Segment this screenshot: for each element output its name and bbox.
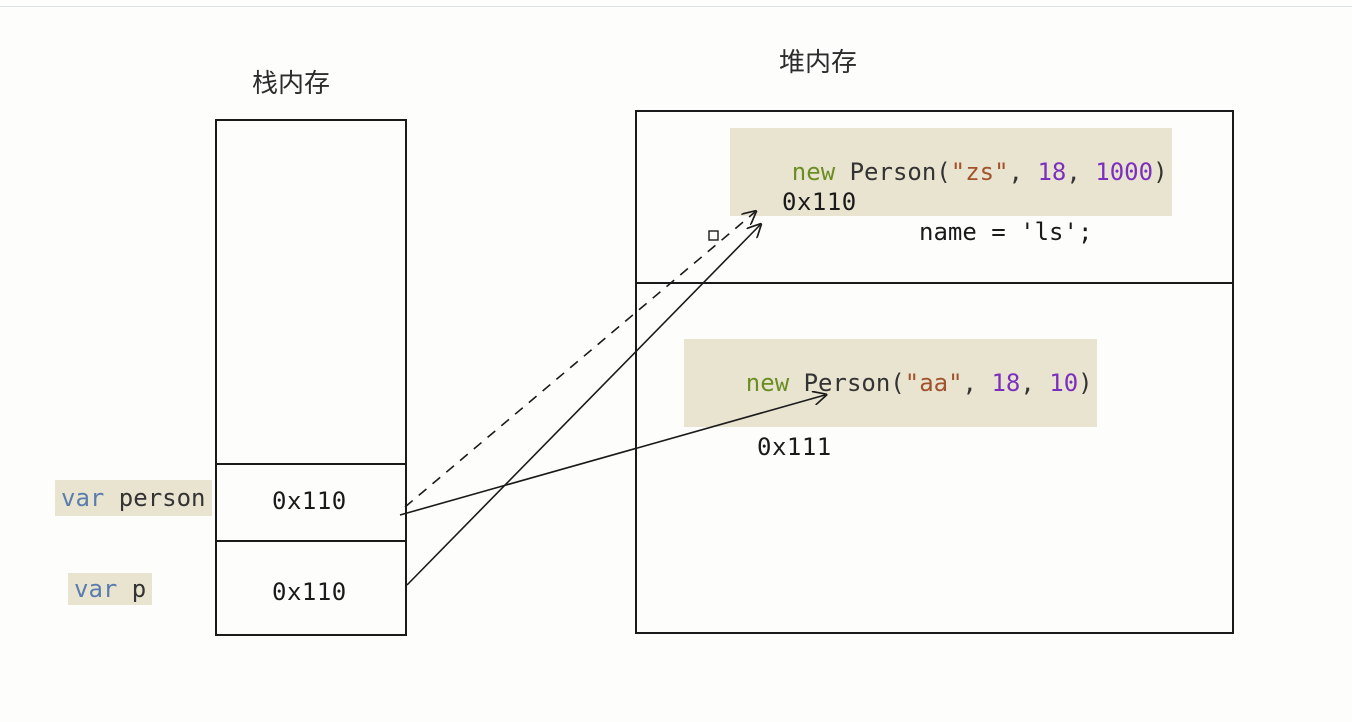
identifier: p	[117, 575, 146, 603]
stack-divider-1	[215, 463, 405, 465]
heap-obj2-address: 0x111	[757, 433, 832, 461]
kw-type: Person(	[835, 158, 951, 186]
comma: ,	[1020, 369, 1049, 397]
arg-num: 10	[1049, 369, 1078, 397]
page-top-divider	[0, 6, 1352, 7]
heap-obj1-assignment: name = 'ls';	[919, 218, 1092, 246]
comma: ,	[1066, 158, 1095, 186]
stack-title: 栈内存	[252, 63, 330, 100]
arg-num: 1000	[1095, 158, 1153, 186]
heap-title: 堆内存	[779, 42, 857, 79]
close-paren: )	[1078, 369, 1092, 397]
arg-num: 18	[991, 369, 1020, 397]
close-paren: )	[1153, 158, 1167, 186]
arg-num: 18	[1037, 158, 1066, 186]
comma: ,	[963, 369, 992, 397]
var-p-label: var p	[68, 573, 152, 605]
var-keyword: var	[61, 484, 104, 512]
stack-divider-2	[215, 540, 405, 542]
var-keyword: var	[74, 575, 117, 603]
kw-type: Person(	[789, 369, 905, 397]
kw-new: new	[792, 158, 835, 186]
heap-divider	[635, 282, 1232, 284]
arg-str: "zs"	[951, 158, 1009, 186]
heap-obj2-code: new Person("aa", 18, 10)	[684, 339, 1097, 427]
identifier: person	[104, 484, 205, 512]
stack-cell-2-address: 0x110	[272, 578, 347, 606]
comma: ,	[1009, 158, 1038, 186]
stack-cell-1-address: 0x110	[272, 487, 347, 515]
memory-diagram: 栈内存 堆内存 0x110 0x110 var person var p new…	[0, 0, 1352, 722]
var-person-label: var person	[55, 480, 212, 516]
stack-box	[215, 119, 407, 636]
kw-new: new	[746, 369, 789, 397]
heap-obj1-address: 0x110	[782, 188, 857, 216]
arg-str: "aa"	[905, 369, 963, 397]
